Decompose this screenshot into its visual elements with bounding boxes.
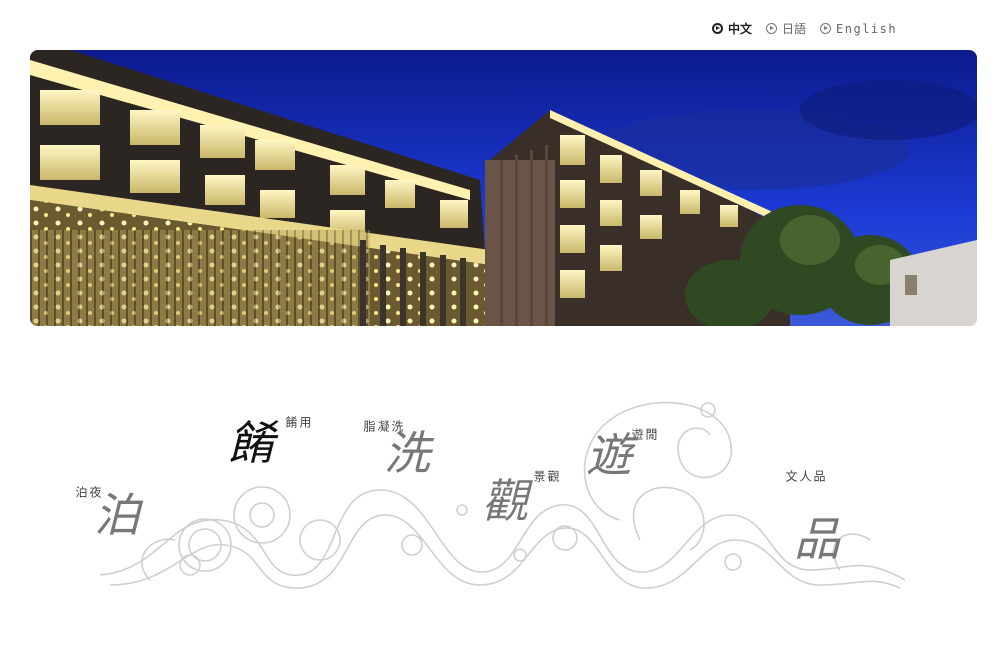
lang-label: 中文	[728, 22, 753, 36]
calligraphy-glyph: 遊	[586, 428, 632, 482]
play-circle-icon	[712, 23, 723, 34]
lang-japanese[interactable]: 日語	[766, 20, 806, 37]
lang-english[interactable]: English	[820, 22, 897, 36]
calligraphy-glyph: 餚	[228, 416, 274, 470]
calligraphy-glyph: 泊	[94, 488, 140, 542]
lang-label: English	[836, 21, 898, 36]
hotel-night-illustration	[30, 50, 977, 326]
calligraphy-glyph: 觀	[482, 474, 528, 528]
nav-label: 觀景	[532, 470, 560, 485]
nav-label: 品人文	[784, 470, 826, 485]
hero-hotel-photo	[30, 50, 977, 326]
play-circle-icon	[766, 23, 778, 34]
nav-label: 用餚	[284, 416, 312, 431]
lang-label: 日語	[782, 22, 807, 36]
calligraphy-glyph: 洗	[384, 426, 430, 480]
play-circle-icon	[820, 23, 832, 34]
section-navigation: 夜泊 泊 用餚 餚 洗凝脂 洗 觀景 觀 閒遊 遊 品人文 品	[0, 340, 1008, 640]
language-switcher: 中文 日語 English	[712, 20, 897, 37]
nav-label: 閒遊	[630, 428, 658, 443]
calligraphy-glyph: 品	[794, 512, 840, 566]
lang-chinese[interactable]: 中文	[712, 20, 752, 37]
